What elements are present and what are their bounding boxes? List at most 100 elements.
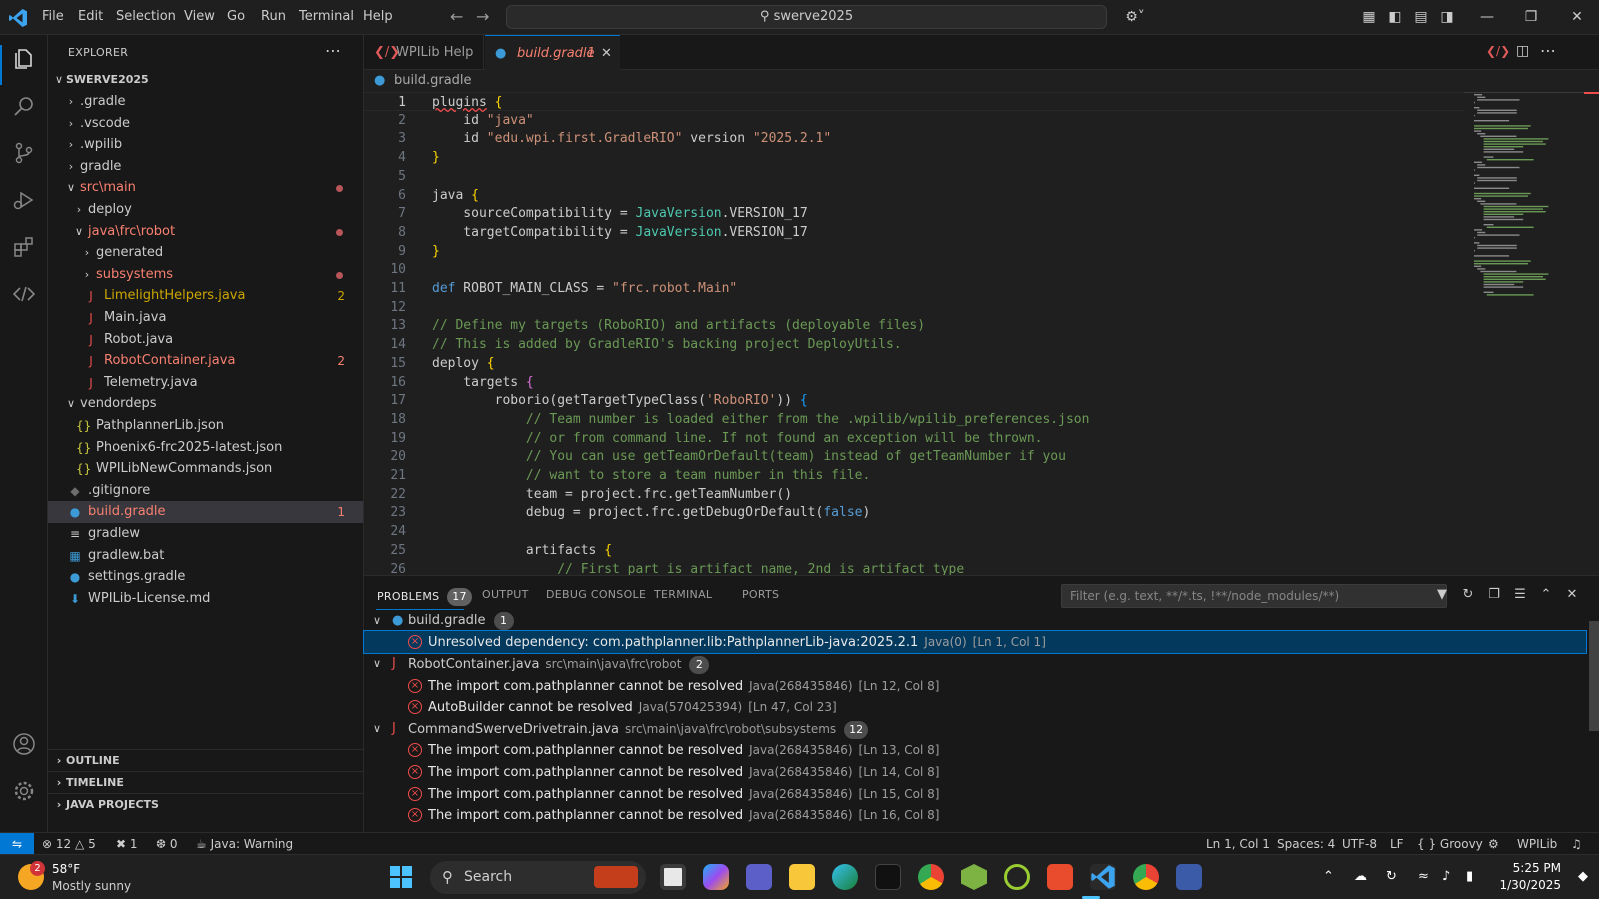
tab-ports[interactable]: PORTS [742,588,779,601]
tree-folder[interactable]: › gradle [48,156,363,178]
menu-edit[interactable]: Edit [78,9,103,24]
wpilib-command-icon[interactable]: ❮/❯ [1486,44,1510,58]
menu-selection[interactable]: Selection [116,9,176,24]
problem-item[interactable]: × The import com.pathplanner cannot be re… [364,761,1586,783]
info-status[interactable]: ❆ 0 [156,833,178,855]
toggle-secondary-sidebar-icon[interactable]: ◨ [1438,8,1456,26]
layout-customize-icon[interactable]: ▦ [1360,8,1378,26]
problem-item[interactable]: × The import com.pathplanner cannot be re… [364,804,1586,826]
wpilib-icon[interactable] [12,282,36,306]
tree-folder[interactable]: › .wpilib [48,134,363,156]
chrome-icon[interactable] [918,864,944,890]
menu-file[interactable]: File [42,9,64,24]
clock-time[interactable]: 5:25 PM [1501,861,1561,875]
filter-icon[interactable]: ▼ [1433,586,1451,604]
vscode-taskbar-icon[interactable] [1090,864,1116,890]
tab-debug-console[interactable]: DEBUG CONSOLE [546,588,646,601]
ctre-tuner-icon[interactable] [875,864,901,890]
ports-status[interactable]: ✖ 1 [116,833,138,855]
source-control-icon[interactable] [12,141,36,165]
outline-section[interactable]: › OUTLINE [48,749,363,771]
indentation[interactable]: Spaces: 4 [1277,833,1335,855]
tree-file[interactable]: ⬇ WPILib-License.md [48,588,363,610]
problem-item[interactable]: × The import com.pathplanner cannot be re… [364,739,1586,761]
tree-folder[interactable]: › .gradle [48,91,363,113]
problem-item[interactable]: × The import com.pathplanner cannot be re… [364,675,1586,697]
problem-item[interactable]: × AutoBuilder cannot be resolved Java(5704… [364,696,1586,718]
editor-more-icon[interactable]: ⋯ [1540,41,1556,60]
teams-icon[interactable] [746,864,772,890]
tree-file[interactable]: ● build.gradle 1 [48,501,363,524]
tree-folder[interactable]: › deploy [48,199,363,221]
problem-file-group[interactable]: ∨ J RobotContainer.java src\main\java\frc\r… [364,653,1586,675]
close-panel-icon[interactable]: ✕ [1563,586,1581,604]
wifi-icon[interactable]: ≈ [1418,869,1429,884]
tree-file[interactable]: ▦ gradlew.bat [48,545,363,567]
problems-status[interactable]: ⊗ 12 △ 5 [42,833,96,855]
encoding[interactable]: UTF-8 [1342,833,1377,855]
tree-file[interactable]: J LimelightHelpers.java 2 [48,285,363,307]
command-center-search[interactable]: ⚲ swerve2025 [506,5,1107,29]
code-editor[interactable]: 1 plugins {2 id "java" 3 id "edu.wpi.first… [364,92,1464,575]
split-editor-icon[interactable]: ◫ [1516,43,1529,59]
close-tab-icon[interactable]: ✕ [601,36,612,71]
maximize-panel-icon[interactable]: ⌃ [1537,586,1555,604]
menu-view[interactable]: View [184,9,215,24]
minimize-icon[interactable]: — [1478,8,1496,26]
battery-icon[interactable]: ▮ [1466,869,1473,884]
java-projects-section[interactable]: › JAVA PROJECTS [48,793,363,815]
pathplanner-icon[interactable] [1047,864,1073,890]
tab-problems[interactable]: PROBLEMS 17 [377,588,472,606]
view-as-tree-icon[interactable]: ☰ [1511,586,1529,604]
cursor-position[interactable]: Ln 1, Col 1 [1206,833,1270,855]
weather-temp[interactable]: 58°F [52,862,80,876]
rev-hardware-client-icon[interactable] [1004,864,1030,890]
menu-terminal[interactable]: Terminal [299,9,354,24]
forward-arrow-icon[interactable]: → [476,7,489,26]
task-view-icon[interactable] [660,864,686,890]
onedrive-icon[interactable]: ☁ [1354,869,1367,884]
chrome-profile-icon[interactable] [1133,864,1159,890]
volume-icon[interactable]: ♪ [1442,869,1450,884]
refresh-icon[interactable]: ↻ [1459,586,1477,604]
windows-start-icon[interactable] [388,864,414,890]
tree-file[interactable]: J RobotContainer.java 2 [48,350,363,372]
tab-output[interactable]: OUTPUT [482,588,529,601]
sync-icon[interactable]: ↻ [1386,869,1397,884]
tree-folder[interactable]: › subsystems [48,264,363,286]
toggle-sidebar-icon[interactable]: ◧ [1386,8,1404,26]
toggle-panel-icon[interactable]: ▤ [1412,8,1430,26]
menu-help[interactable]: Help [363,9,393,24]
problems-filter-input[interactable]: Filter (e.g. text, **/*.ts, !**/node_mod… [1061,584,1447,608]
copilot-status-icon[interactable]: ⚙ [1488,833,1499,855]
driver-station-icon[interactable] [1176,864,1202,890]
file-explorer-icon[interactable] [789,864,815,890]
tree-file[interactable]: ● settings.gradle [48,566,363,588]
end-of-line[interactable]: LF [1390,833,1404,855]
breadcrumb-file[interactable]: build.gradle [394,70,472,92]
accounts-icon[interactable] [12,732,36,756]
explorer-icon[interactable] [12,47,36,71]
timeline-section[interactable]: › TIMELINE [48,771,363,793]
menu-run[interactable]: Run [261,9,286,24]
weather-desc[interactable]: Mostly sunny [52,879,131,893]
language-mode[interactable]: { } Groovy [1417,833,1483,855]
tree-folder[interactable]: › generated [48,242,363,264]
tree-file[interactable]: J Robot.java [48,329,363,351]
collapse-all-icon[interactable]: ❐ [1485,586,1503,604]
tree-file[interactable]: {} WPILibNewCommands.json [48,458,363,480]
clock-date[interactable]: 1/30/2025 [1495,878,1561,892]
java-status[interactable]: ☕ Java: Warning [196,833,293,855]
copilot-app-icon[interactable] [703,864,729,890]
minimap[interactable] [1464,92,1599,575]
settings-gear-icon[interactable] [12,779,36,803]
tree-folder[interactable]: ∨ src\main [48,177,363,199]
remote-indicator-icon[interactable]: ⇋ [0,833,34,855]
tree-file[interactable]: {} Phoenix6-frc2025-latest.json [48,437,363,459]
edge-icon[interactable] [832,864,858,890]
glass-app-icon[interactable] [961,864,987,890]
tree-folder[interactable]: › .vscode [48,113,363,135]
more-actions-icon[interactable]: ⋯ [325,41,341,60]
tab-wpilib-help[interactable]: ❮/❯ WPILib Help [364,35,484,70]
tree-folder[interactable]: ∨ java\frc\robot [48,221,363,243]
